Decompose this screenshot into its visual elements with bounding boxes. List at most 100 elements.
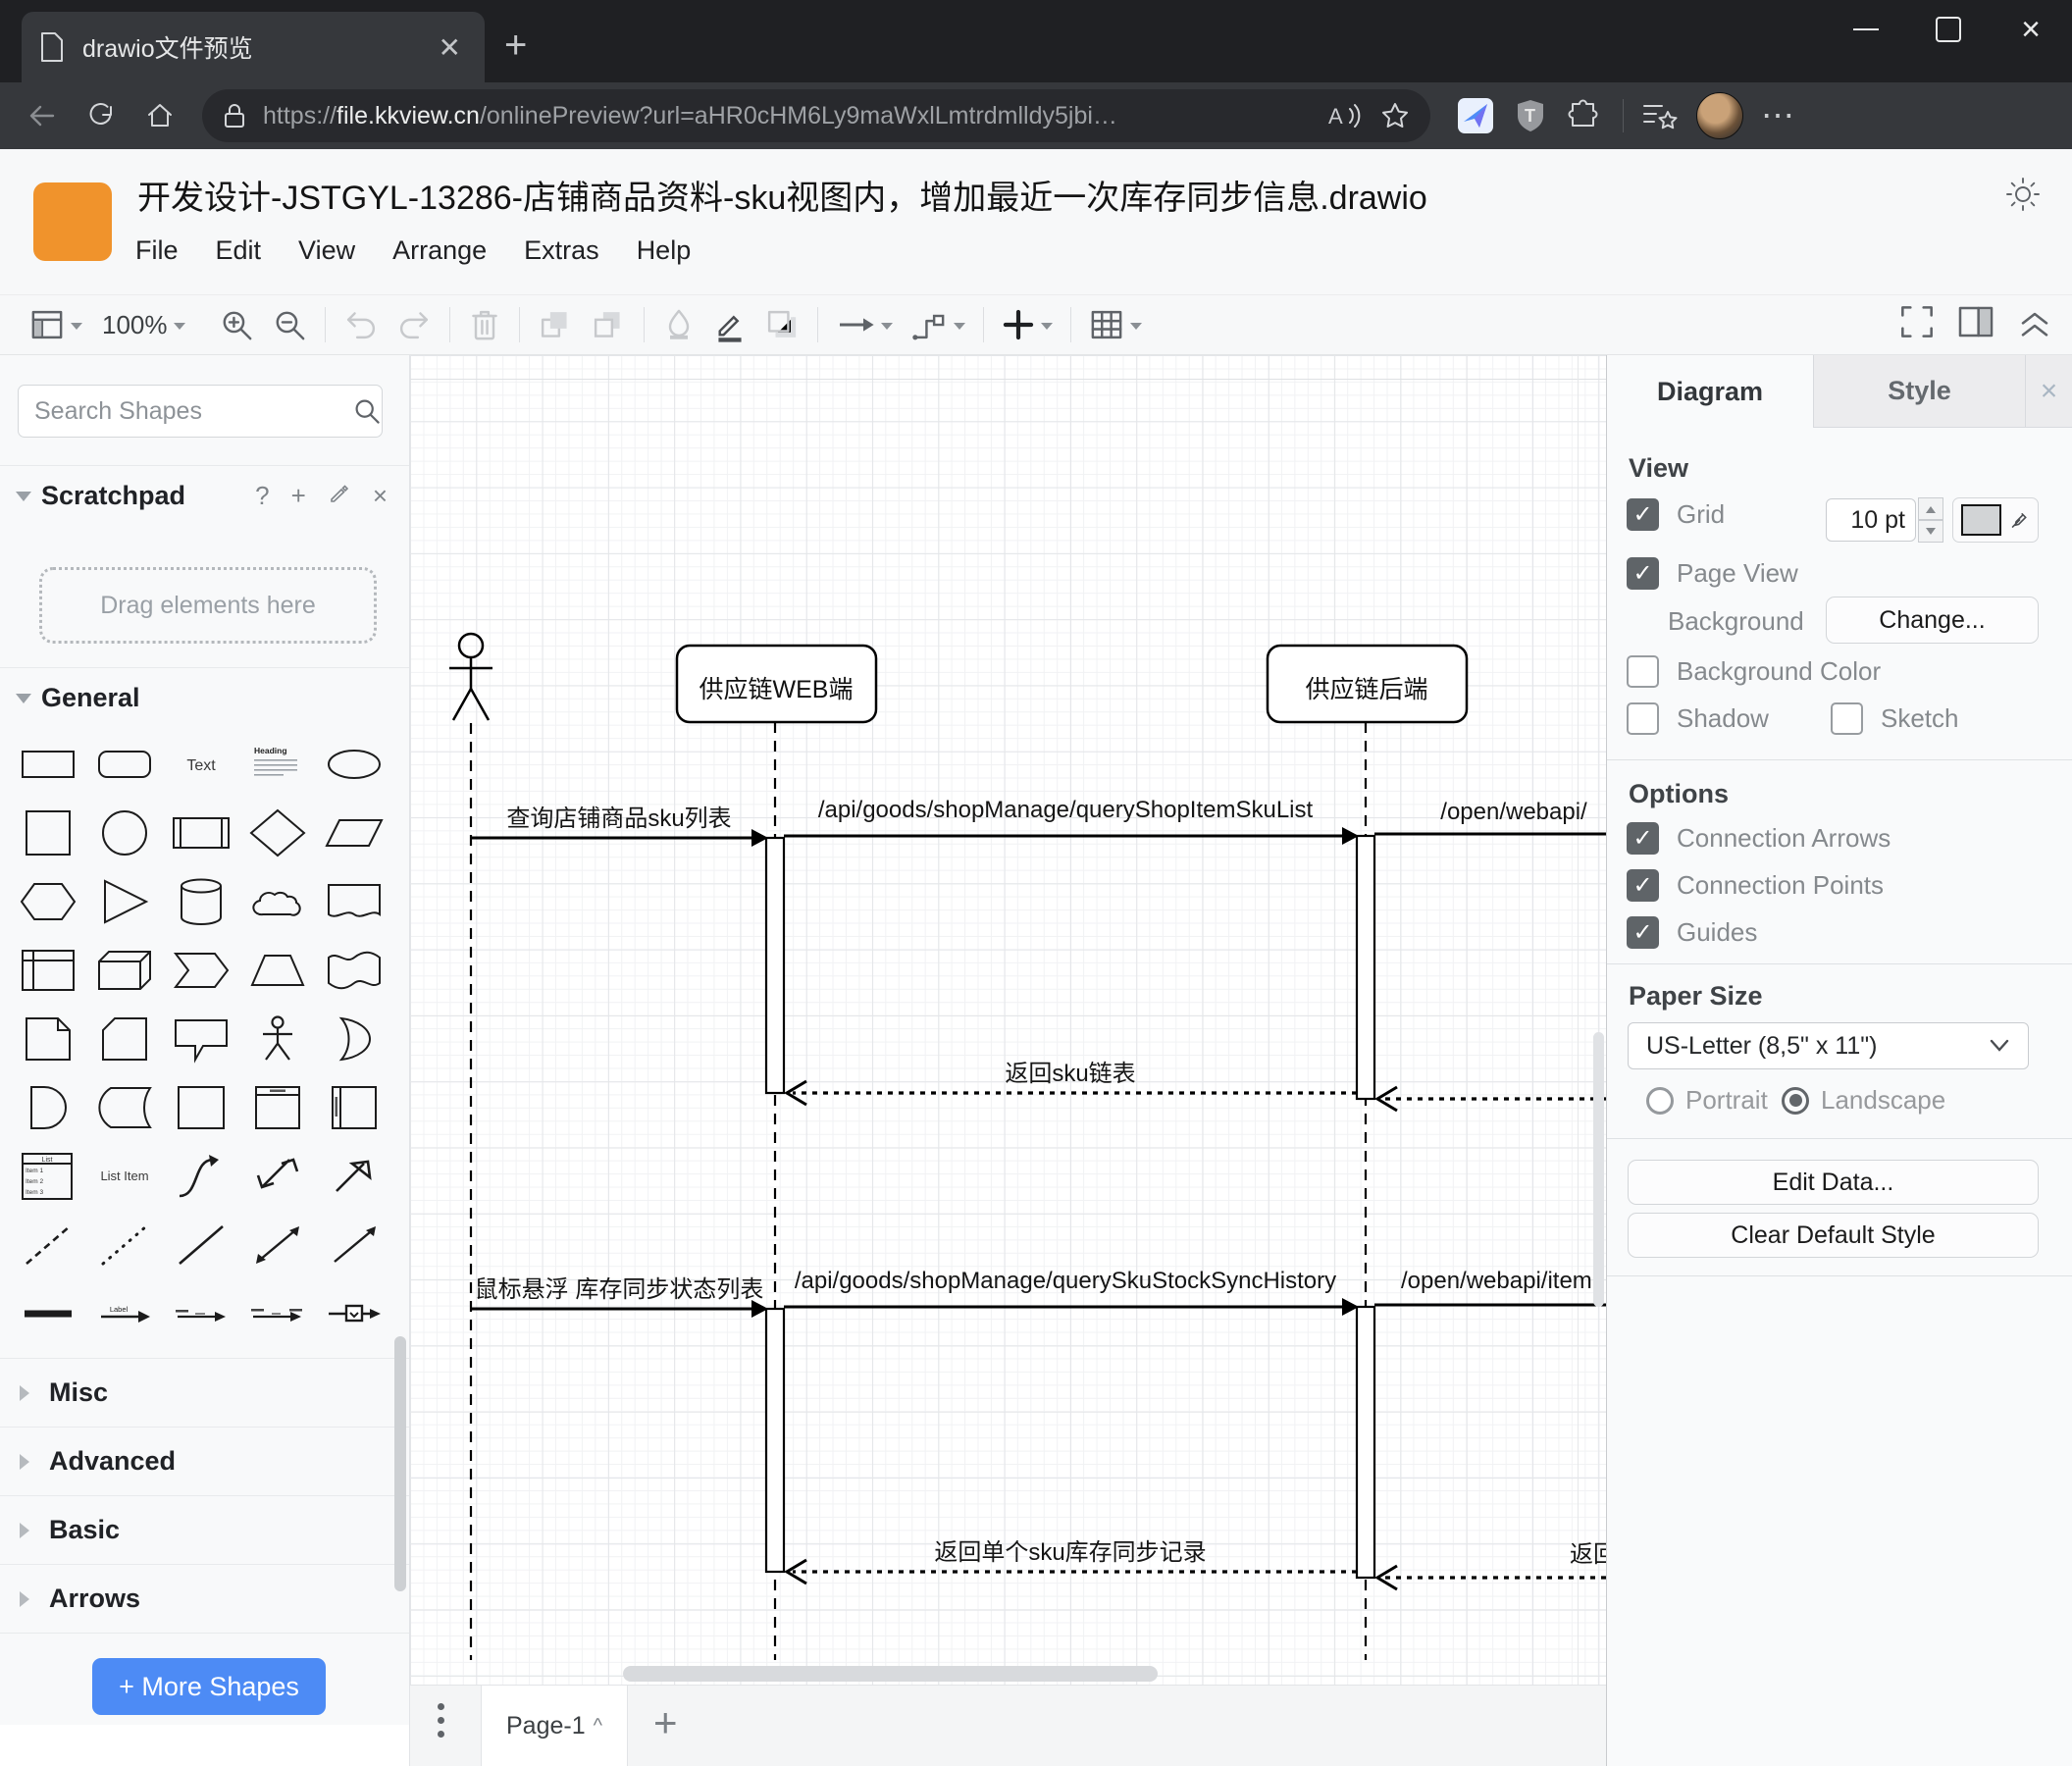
background-change-button[interactable]: Change... xyxy=(1826,597,2039,644)
grid-size-stepper[interactable] xyxy=(1918,497,1943,543)
shape-rounded-rectangle[interactable] xyxy=(86,730,163,799)
pages-menu-icon[interactable] xyxy=(438,1703,444,1738)
lock-icon[interactable] xyxy=(222,101,247,130)
shape-note[interactable] xyxy=(10,1005,86,1073)
portrait-option[interactable]: Portrait xyxy=(1646,1085,1768,1116)
shape-square[interactable] xyxy=(10,799,86,867)
page-view-button[interactable] xyxy=(29,308,82,341)
collections-icon[interactable] xyxy=(1641,99,1679,132)
shape-text[interactable]: Text xyxy=(163,730,239,799)
message-label[interactable]: 返回 xyxy=(1570,1534,1606,1569)
activation-bars[interactable] xyxy=(764,834,1376,1580)
tab-style[interactable]: Style xyxy=(1813,355,2025,428)
search-input[interactable] xyxy=(32,395,352,427)
shape-arrow-source-target[interactable] xyxy=(239,1279,316,1348)
zoom-out-button[interactable] xyxy=(272,307,307,342)
section-general[interactable]: General xyxy=(0,667,409,728)
horizontal-scrollbar[interactable] xyxy=(623,1666,1158,1682)
shape-cube[interactable] xyxy=(86,936,163,1005)
shape-step[interactable] xyxy=(163,936,239,1005)
participant-label[interactable]: 供应链后端 xyxy=(1305,670,1427,705)
to-front-button[interactable] xyxy=(538,307,573,342)
shape-card[interactable] xyxy=(86,1005,163,1073)
search-icon[interactable] xyxy=(352,396,382,426)
grid-color-button[interactable] xyxy=(1952,497,2039,543)
message-label[interactable]: /open/webapi/ xyxy=(1440,799,1586,826)
waypoint-style-button[interactable] xyxy=(910,307,965,342)
shape-arrow-with-box[interactable] xyxy=(316,1279,392,1348)
shield-extension-icon[interactable]: T xyxy=(1513,97,1548,134)
scratchpad-dropzone[interactable]: Drag elements here xyxy=(39,567,377,644)
grid-checkbox[interactable]: ✓ xyxy=(1627,498,1659,531)
expand-triangle-icon[interactable] xyxy=(20,1453,37,1470)
shape-link[interactable] xyxy=(10,1279,86,1348)
shape-curve[interactable] xyxy=(163,1142,239,1211)
portrait-radio[interactable] xyxy=(1646,1086,1674,1115)
page-tab[interactable]: Page-1 ^ xyxy=(481,1686,628,1766)
shape-or[interactable] xyxy=(316,1005,392,1073)
shape-diamond[interactable] xyxy=(239,799,316,867)
message-label[interactable]: 返回sku链表 xyxy=(1005,1054,1135,1088)
shape-list[interactable]: List Item 1 Item 2 Item 3 xyxy=(10,1142,86,1211)
scratchpad-close-icon[interactable]: × xyxy=(373,481,388,511)
scratchpad-header[interactable]: Scratchpad ? + × xyxy=(0,465,409,526)
paper-size-select[interactable]: US-Letter (8,5" x 11") xyxy=(1628,1022,2029,1069)
more-shapes-button[interactable]: + More Shapes xyxy=(92,1658,326,1715)
actor-shape[interactable] xyxy=(449,632,492,721)
message-label[interactable]: 查询店铺商品sku列表 xyxy=(506,799,731,833)
collapse-chevrons-icon[interactable] xyxy=(2015,302,2054,341)
collapse-triangle-icon[interactable] xyxy=(16,693,31,711)
shape-process[interactable] xyxy=(163,799,239,867)
maximize-button[interactable] xyxy=(1907,0,1990,59)
edit-data-button[interactable]: Edit Data... xyxy=(1628,1160,2039,1205)
shadow-button[interactable] xyxy=(764,307,800,342)
insert-button[interactable] xyxy=(1002,308,1053,341)
shape-arrow-with-label[interactable]: Label xyxy=(86,1279,163,1348)
shape-trapezoid[interactable] xyxy=(239,936,316,1005)
grid-size-input[interactable] xyxy=(1826,498,1916,542)
shape-vertical-container[interactable] xyxy=(239,1073,316,1142)
shape-cylinder[interactable] xyxy=(163,867,239,936)
shape-cloud[interactable] xyxy=(239,867,316,936)
add-page-button[interactable]: + xyxy=(653,1699,678,1746)
shape-triangle[interactable] xyxy=(86,867,163,936)
connection-arrows-checkbox[interactable]: ✓ xyxy=(1627,822,1659,855)
table-button[interactable] xyxy=(1089,308,1142,341)
shape-directional-connector[interactable] xyxy=(316,1211,392,1279)
back-icon[interactable] xyxy=(26,99,59,132)
home-icon[interactable] xyxy=(143,99,177,132)
line-color-button[interactable] xyxy=(713,307,747,342)
message-label[interactable]: /open/webapi/item xyxy=(1401,1268,1592,1295)
fill-color-button[interactable] xyxy=(662,307,696,342)
new-tab-button[interactable]: + xyxy=(504,26,527,65)
to-back-button[interactable] xyxy=(591,307,626,342)
shadow-checkbox[interactable] xyxy=(1627,702,1659,735)
shape-callout[interactable] xyxy=(163,1005,239,1073)
shape-arrow-mid-label[interactable] xyxy=(163,1279,239,1348)
shape-dotted-line[interactable] xyxy=(86,1211,163,1279)
shape-list-item[interactable]: List Item xyxy=(86,1142,163,1211)
guides-checkbox[interactable]: ✓ xyxy=(1627,916,1659,949)
close-button[interactable]: × xyxy=(1990,0,2072,59)
vertical-scrollbar[interactable] xyxy=(1593,1032,1604,1307)
undo-button[interactable] xyxy=(343,308,379,341)
sketch-checkbox[interactable] xyxy=(1831,702,1863,735)
menu-help[interactable]: Help xyxy=(637,235,692,266)
minimize-button[interactable] xyxy=(1825,0,1907,59)
shape-internal-storage[interactable] xyxy=(10,936,86,1005)
shape-parallelogram[interactable] xyxy=(316,799,392,867)
shape-bidirectional-connector[interactable] xyxy=(239,1211,316,1279)
redo-button[interactable] xyxy=(396,308,432,341)
connection-points-checkbox[interactable]: ✓ xyxy=(1627,869,1659,902)
shape-textbox[interactable]: Heading xyxy=(239,730,316,799)
profile-avatar[interactable] xyxy=(1696,92,1743,139)
shape-bidirectional-arrow[interactable] xyxy=(239,1142,316,1211)
theme-toggle-icon[interactable] xyxy=(2001,173,2045,216)
landscape-option[interactable]: Landscape xyxy=(1782,1085,1945,1116)
zoom-level[interactable]: 100% xyxy=(102,310,168,340)
shape-search-box[interactable] xyxy=(18,385,383,438)
format-panel-toggle-icon[interactable] xyxy=(1956,304,1995,339)
menu-extras[interactable]: Extras xyxy=(524,235,599,266)
shape-document[interactable] xyxy=(316,867,392,936)
shape-container[interactable] xyxy=(163,1073,239,1142)
